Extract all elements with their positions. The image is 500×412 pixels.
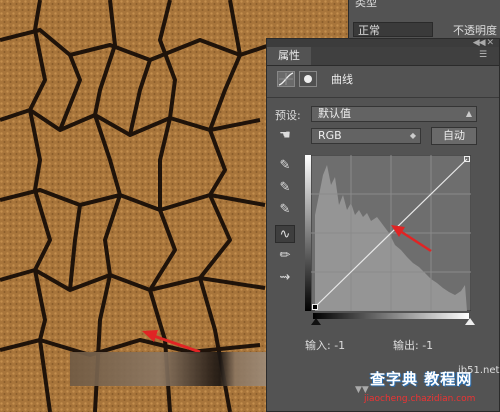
tab-properties[interactable]: 属性 [267, 47, 311, 65]
layers-filter-label: 类型 [355, 0, 377, 9]
output-value: 输出: -1 [393, 339, 434, 352]
eyedropper-gray-icon[interactable]: ✎ [275, 179, 295, 197]
hand-adjust-icon[interactable]: ☚ [275, 127, 295, 145]
curve-point-low [312, 304, 318, 310]
updown-arrow-icon: ▲ [465, 109, 472, 118]
panel-menu-icon[interactable]: ☰ [479, 50, 491, 60]
preset-dropdown[interactable]: 默认值 ▲ [311, 106, 477, 122]
watermark-brand: 查字典 教程网 [370, 370, 473, 388]
preset-label: 预设: [275, 109, 301, 122]
pencil-icon[interactable]: ✏ [275, 247, 295, 265]
eyedropper-black-icon[interactable]: ✎ [275, 157, 295, 175]
channel-dropdown[interactable]: RGB ◆ [311, 128, 421, 144]
white-point-slider[interactable] [465, 318, 475, 325]
curves-icon[interactable] [277, 71, 295, 87]
auto-button[interactable]: 自动 [431, 127, 477, 145]
opacity-label: 不透明度 [453, 24, 497, 37]
watermark-sub: jiaocheng.chazidian.com [364, 394, 476, 404]
input-value: 输入: -1 [305, 339, 346, 352]
properties-panel: ◀◀ ✕ 属性 ☰ 曲线 预设: 默认值 ▲ ☚ RGB ◆ 自动 ✎ ✎ ✎ … [266, 38, 500, 412]
eyedropper-white-icon[interactable]: ✎ [275, 201, 295, 219]
smooth-icon[interactable]: ⇝ [275, 269, 295, 287]
updown-arrow-icon: ◆ [409, 131, 416, 140]
layers-panel-strip: 类型 正常 不透明度 [348, 0, 500, 42]
watermark: jb51.net 查字典 教程网 jiaocheng.chazidian.com [356, 365, 500, 412]
blend-mode-value: 正常 [358, 24, 380, 37]
adjustment-title: 曲线 [331, 73, 353, 86]
black-point-slider[interactable] [311, 318, 321, 325]
curve-point-tool-icon[interactable]: ∿ [275, 225, 295, 243]
blend-mode-select[interactable]: 正常 [353, 22, 433, 37]
mask-icon[interactable] [299, 71, 317, 87]
preset-value: 默认值 [318, 107, 351, 120]
curves-graph[interactable] [311, 155, 471, 311]
panel-header-bar [267, 39, 499, 47]
divider [267, 97, 499, 98]
input-gradient-bar [313, 313, 469, 319]
channel-value: RGB [318, 129, 342, 142]
panel-tabbar: 属性 ☰ [267, 47, 499, 66]
